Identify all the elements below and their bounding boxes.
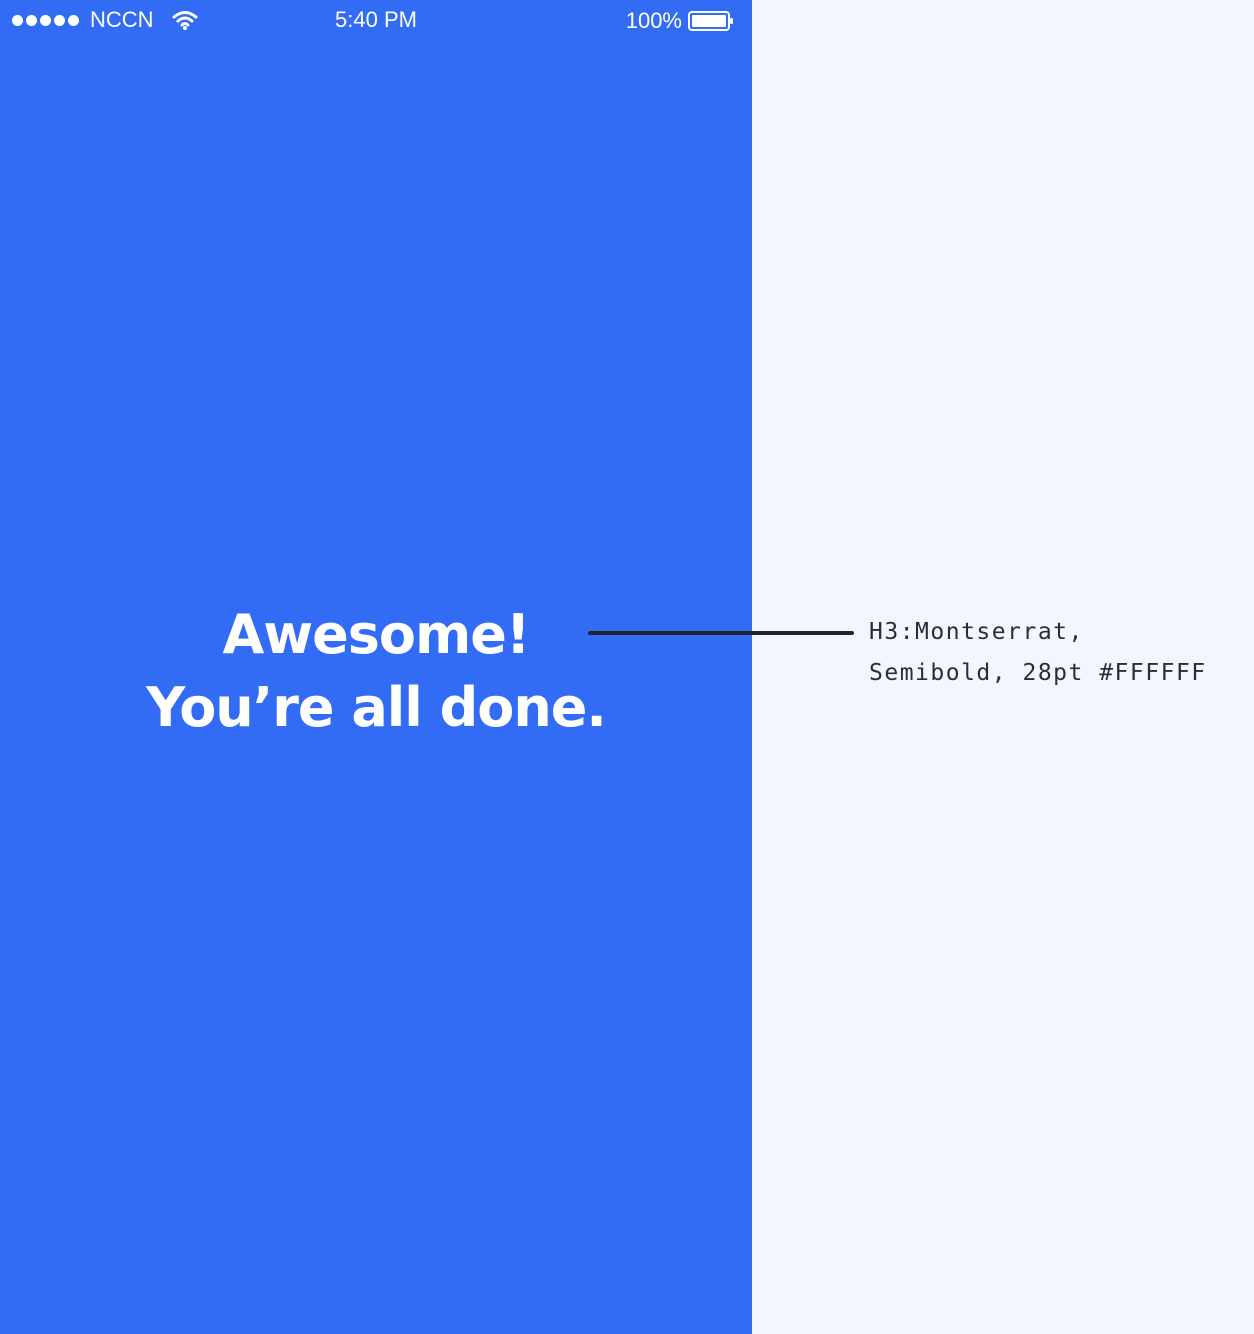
battery-full-icon [688, 11, 733, 31]
phone-screen: NCCN 5:40 PM 100% Awesome! You’re all do… [0, 0, 752, 1334]
typography-spec-annotation: H3:Montserrat, Semibold, 28pt #FFFFFF [869, 612, 1207, 694]
spec-line-1: H3:Montserrat, [869, 619, 1084, 645]
spec-line-2: Semibold, 28pt #FFFFFF [869, 660, 1207, 686]
annotation-leader-line [588, 631, 854, 635]
status-bar: NCCN 5:40 PM 100% [0, 0, 752, 40]
completion-headline: Awesome! You’re all done. [0, 598, 752, 744]
headline-line-2: You’re all done. [146, 676, 607, 739]
battery-percent: 100% [625, 8, 682, 33]
